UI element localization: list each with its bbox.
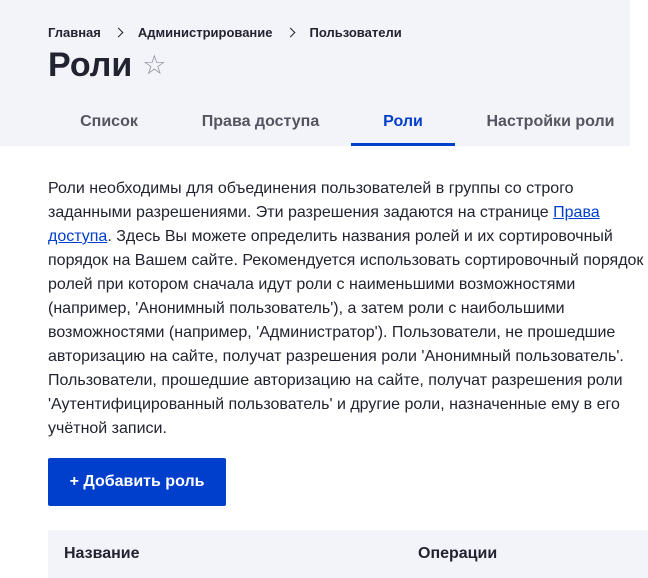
star-outline-icon[interactable]: ☆ [142, 44, 166, 86]
tabs: Список Права доступа Роли Настройки роли [48, 98, 646, 146]
tab-list[interactable]: Список [48, 98, 170, 146]
breadcrumb-admin-link[interactable]: Администрирование [138, 25, 273, 40]
description-text: Роли необходимы для объединения пользова… [48, 180, 574, 221]
column-header-name: Название [64, 545, 140, 562]
page-header: Главная Администрирование Пользователи Р… [0, 0, 630, 146]
column-header-operations: Операции [418, 545, 498, 562]
tab-permissions[interactable]: Права доступа [170, 98, 351, 146]
description-text-continued: . Здесь Вы можете определить названия ро… [48, 228, 644, 437]
breadcrumb-users-link[interactable]: Пользователи [310, 25, 402, 40]
description: Роли необходимы для объединения пользова… [48, 177, 648, 441]
page-title: Роли [48, 46, 133, 84]
breadcrumb-home-link[interactable]: Главная [48, 25, 101, 40]
add-role-button[interactable]: + Добавить роль [48, 458, 226, 506]
breadcrumb: Главная Администрирование Пользователи [48, 25, 402, 40]
tab-role-settings[interactable]: Настройки роли [455, 98, 646, 146]
chevron-right-icon [285, 27, 295, 38]
title-row: Роли ☆ [48, 44, 166, 86]
table-header: Название Операции [48, 530, 648, 578]
chevron-right-icon [113, 27, 124, 38]
tab-roles[interactable]: Роли [351, 98, 455, 146]
